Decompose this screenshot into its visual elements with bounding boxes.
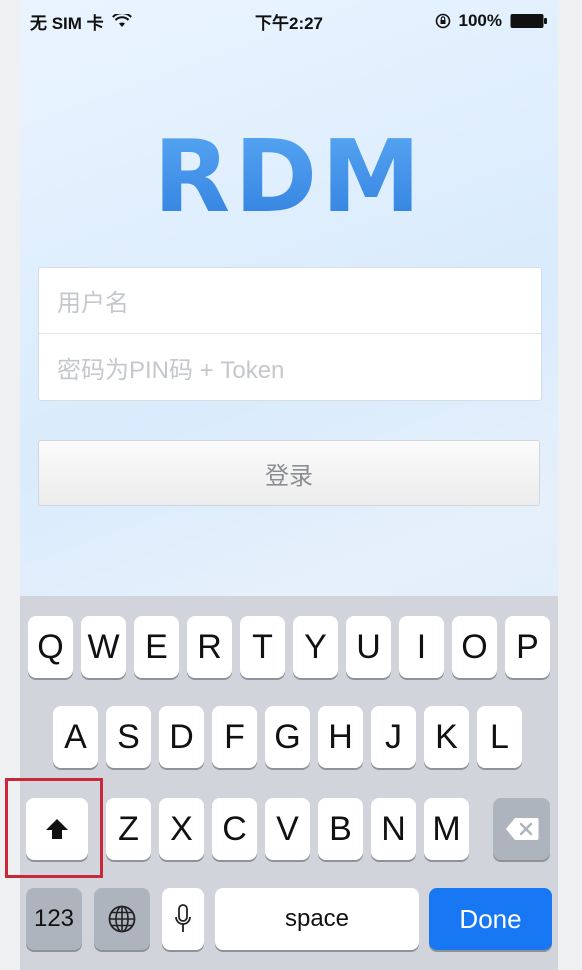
key-j[interactable]: J: [371, 706, 416, 768]
carrier-label: 无 SIM 卡: [30, 13, 104, 33]
key-r[interactable]: R: [187, 616, 232, 678]
key-o[interactable]: O: [452, 616, 497, 678]
battery-icon: [510, 14, 547, 28]
login-form: 用户名 密码为PIN码 + Token: [38, 267, 542, 401]
key-q[interactable]: Q: [28, 616, 73, 678]
done-key[interactable]: Done: [429, 888, 552, 950]
key-y[interactable]: Y: [293, 616, 338, 678]
key-l[interactable]: L: [477, 706, 522, 768]
status-right: 100%: [435, 11, 558, 31]
status-bar: 无 SIM 卡 下午2:27 100%: [20, 0, 558, 42]
key-n[interactable]: N: [371, 798, 416, 860]
backspace-key[interactable]: [493, 798, 550, 860]
key-v[interactable]: V: [265, 798, 310, 860]
key-d[interactable]: D: [159, 706, 204, 768]
microphone-icon: [175, 904, 191, 932]
backspace-icon: [505, 818, 538, 840]
battery-percent: 100%: [458, 11, 502, 30]
globe-key[interactable]: [94, 888, 150, 950]
key-m[interactable]: M: [424, 798, 469, 860]
key-b[interactable]: B: [318, 798, 363, 860]
globe-icon: [108, 905, 136, 933]
username-input[interactable]: 用户名: [39, 268, 541, 334]
key-u[interactable]: U: [346, 616, 391, 678]
key-w[interactable]: W: [81, 616, 126, 678]
key-a[interactable]: A: [53, 706, 98, 768]
rotation-lock-icon: [435, 13, 450, 29]
key-x[interactable]: X: [159, 798, 204, 860]
key-h[interactable]: H: [318, 706, 363, 768]
key-f[interactable]: F: [212, 706, 257, 768]
numbers-key[interactable]: 123: [26, 888, 82, 950]
highlight-box: [5, 778, 103, 878]
key-t[interactable]: T: [240, 616, 285, 678]
status-left: 无 SIM 卡: [20, 9, 132, 34]
key-s[interactable]: S: [106, 706, 151, 768]
username-placeholder: 用户名: [57, 290, 129, 317]
device-frame: 无 SIM 卡 下午2:27 100% RDM 用户名 密码为PIN码 + To…: [0, 0, 582, 970]
space-key[interactable]: space: [215, 888, 419, 950]
wifi-icon: [111, 14, 132, 27]
key-k[interactable]: K: [424, 706, 469, 768]
key-c[interactable]: C: [212, 798, 257, 860]
key-i[interactable]: I: [399, 616, 444, 678]
microphone-key[interactable]: [162, 888, 204, 950]
password-placeholder: 密码为PIN码 + Token: [57, 356, 285, 384]
key-e[interactable]: E: [134, 616, 179, 678]
login-button[interactable]: 登录: [38, 440, 540, 506]
key-g[interactable]: G: [265, 706, 310, 768]
app-logo: RDM: [20, 118, 558, 235]
password-input[interactable]: 密码为PIN码 + Token: [39, 334, 541, 400]
key-p[interactable]: P: [505, 616, 550, 678]
key-z[interactable]: Z: [106, 798, 151, 860]
